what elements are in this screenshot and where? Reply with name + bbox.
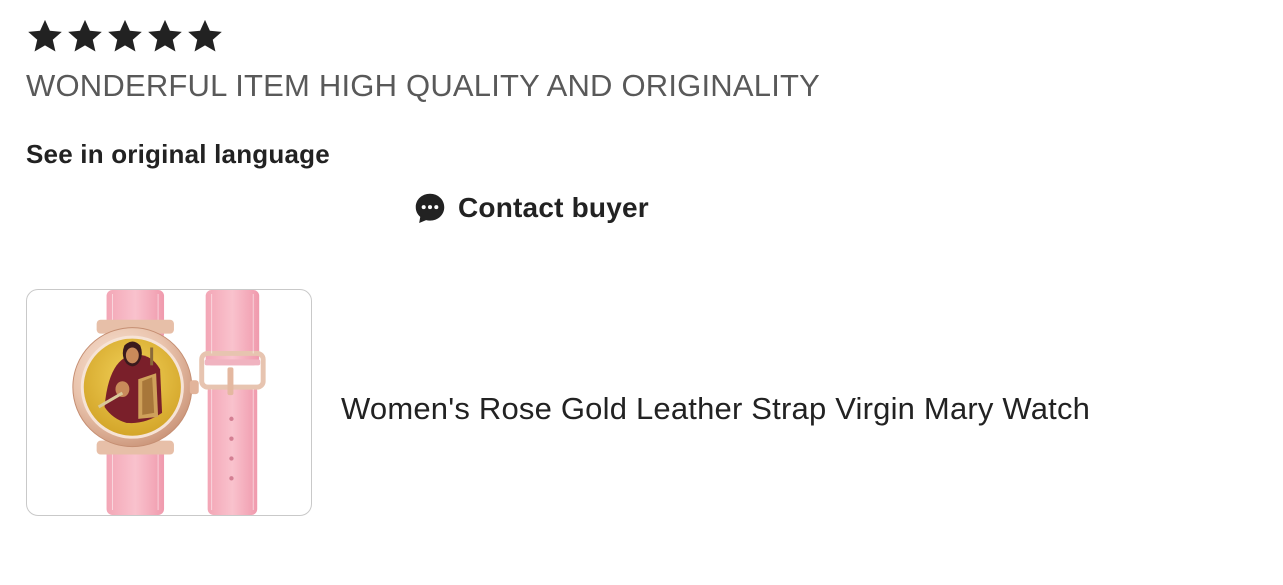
product-thumbnail[interactable] (26, 289, 312, 516)
see-original-language-link[interactable]: See in original language (26, 136, 330, 172)
chat-bubble-icon (415, 193, 445, 223)
star-rating (26, 14, 224, 58)
review-item: WONDERFUL ITEM HIGH QUALITY AND ORIGINAL… (0, 0, 1283, 585)
star-icon (28, 19, 62, 52)
star-icon (68, 19, 102, 52)
watch-product-image (72, 290, 266, 515)
product-title-link[interactable]: Women's Rose Gold Leather Strap Virgin M… (341, 388, 1090, 430)
star-icon (148, 19, 182, 52)
star-icon (108, 19, 142, 52)
contact-buyer-label: Contact buyer (458, 192, 649, 223)
star-icon (188, 19, 222, 52)
contact-buyer-button[interactable]: Contact buyer (412, 188, 649, 228)
review-text: WONDERFUL ITEM HIGH QUALITY AND ORIGINAL… (26, 68, 821, 103)
